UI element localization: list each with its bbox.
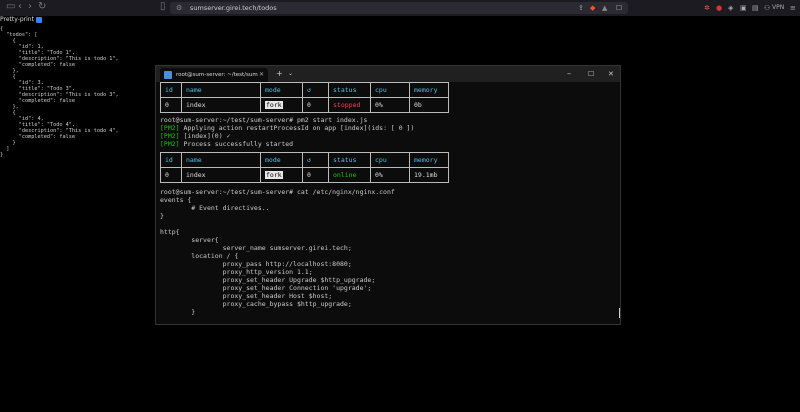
header-memory: memory [409, 152, 449, 168]
bookmark-star-icon[interactable]: ☐ [616, 3, 622, 13]
back-icon[interactable]: ‹ [18, 1, 22, 12]
conf-line: proxy_set_header Upgrade $http_upgrade; [160, 276, 376, 284]
address-bar[interactable]: ⚙ sumserver.girei.tech/todos ⇪ ◆ ▲ ☐ [170, 2, 628, 14]
url-text: sumserver.girei.tech/todos [190, 4, 277, 12]
conf-line: proxy_cache_bypass $http_upgrade; [160, 300, 352, 308]
json-viewer: { "todos": [ { "id": 1, "title": "Todo 1… [0, 26, 119, 158]
cell-restarts: 0 [302, 167, 329, 183]
cell-memory: 19.1mb [409, 167, 449, 183]
bookmark-icon[interactable]: ▯ [160, 1, 166, 12]
sidebar-icon[interactable]: ▭ [6, 1, 15, 12]
header-cpu: cpu [370, 82, 410, 98]
terminal-window[interactable]: root@sum-server: ~/test/sum ✕ + ⌄ – ☐ ✕ … [155, 65, 621, 325]
vpn-icon[interactable]: ⚇ [764, 3, 770, 13]
menu-icon[interactable]: ≡ [790, 3, 796, 13]
mode-highlight: fork [265, 101, 283, 109]
header-mode: mode [260, 82, 303, 98]
mode-highlight: fork [265, 171, 283, 179]
conf-line: proxy_pass http://localhost:8080; [160, 260, 352, 268]
header-cpu: cpu [370, 152, 410, 168]
table-row: 0 index fork 0 stopped 0% 0b [160, 97, 449, 113]
cell-cpu: 0% [370, 97, 410, 113]
wallet-icon[interactable]: ▤ [752, 3, 759, 13]
prompt-cat-nginx: root@sum-server:~/test/sum-server# cat /… [160, 188, 395, 196]
minimize-icon[interactable]: – [567, 66, 571, 82]
maximize-icon[interactable]: ☐ [588, 66, 594, 82]
conf-line: proxy_http_version 1.1; [160, 268, 313, 276]
table-header-row: id name mode ↺ status cpu memory [160, 82, 449, 98]
checkbox-icon[interactable] [35, 16, 42, 23]
conf-line: } [160, 308, 196, 316]
conf-line: http{ [160, 228, 180, 236]
terminal-icon [164, 71, 172, 79]
terminal-titlebar: root@sum-server: ~/test/sum ✕ + ⌄ – ☐ ✕ [156, 66, 620, 82]
cell-memory: 0b [409, 97, 449, 113]
header-restarts: ↺ [302, 152, 329, 168]
table-row: 0 index fork 0 online 0% 19.1mb [160, 167, 449, 183]
pm2-output-3: [PM2] Process successfully started [160, 140, 294, 148]
forward-icon[interactable]: › [28, 1, 32, 12]
header-name: name [181, 152, 261, 168]
header-memory: memory [409, 82, 449, 98]
header-restarts: ↺ [302, 82, 329, 98]
conf-line: } [160, 212, 164, 220]
conf-line: location / { [160, 252, 239, 260]
cell-mode: fork [260, 97, 303, 113]
cell-status: online [328, 167, 371, 183]
brave-shield-icon[interactable]: ◆ [590, 3, 595, 13]
cell-mode: fork [260, 167, 303, 183]
dropdown-chevron-icon[interactable]: ⌄ [288, 66, 293, 82]
conf-line: server_name sumserver.girei.tech; [160, 244, 352, 252]
cell-name: index [181, 97, 261, 113]
pm2-table-online: id name mode ↺ status cpu memory 0 index… [160, 152, 449, 183]
pm2-table-stopped: id name mode ↺ status cpu memory 0 index… [160, 82, 449, 113]
sidebar-toggle-icon[interactable]: ▣ [740, 3, 747, 13]
header-name: name [181, 82, 261, 98]
header-id: id [160, 82, 182, 98]
header-status: status [328, 82, 371, 98]
conf-line: server{ [160, 236, 219, 244]
text-cursor [619, 308, 620, 318]
conf-line: proxy_set_header Connection 'upgrade'; [160, 284, 372, 292]
cell-name: index [181, 167, 261, 183]
tab-close-icon[interactable]: ✕ [259, 68, 264, 82]
terminal-tab[interactable]: root@sum-server: ~/test/sum ✕ [160, 68, 268, 82]
extension-red-icon[interactable]: ● [716, 3, 722, 13]
pretty-print-toggle[interactable]: Pretty-print [0, 16, 42, 24]
cell-status: stopped [328, 97, 371, 113]
extensions-puzzle-icon[interactable]: ◈ [728, 3, 733, 13]
header-id: id [160, 152, 182, 168]
header-status: status [328, 152, 371, 168]
share-icon[interactable]: ⇪ [578, 3, 584, 13]
conf-line: # Event directives.. [160, 204, 270, 212]
tab-title: root@sum-server: ~/test/sum [176, 72, 258, 78]
new-tab-icon[interactable]: + [276, 66, 283, 82]
close-window-icon[interactable]: ✕ [608, 66, 614, 82]
extension-icon[interactable]: ✲ [704, 3, 710, 13]
browser-toolbar: ▭ ‹ › ↻ ▯ ⚙ sumserver.girei.tech/todos ⇪… [0, 0, 800, 16]
pretty-print-label: Pretty-print [0, 16, 34, 23]
cell-id: 0 [160, 97, 182, 113]
prompt-pm2-start: root@sum-server:~/test/sum-server# pm2 s… [160, 116, 368, 124]
cell-id: 0 [160, 167, 182, 183]
vpn-label[interactable]: VPN [772, 3, 784, 13]
pm2-output-1: [PM2] Applying action restartProcessId o… [160, 124, 415, 132]
rewards-icon[interactable]: ▲ [602, 3, 607, 13]
conf-line: events { [160, 196, 192, 204]
pm2-output-2: [PM2] [index](0) ✓ [160, 132, 231, 140]
site-info-icon[interactable]: ⚙ [176, 3, 182, 13]
table-header-row: id name mode ↺ status cpu memory [160, 152, 449, 168]
header-mode: mode [260, 152, 303, 168]
reload-icon[interactable]: ↻ [38, 1, 46, 12]
conf-line: proxy_set_header Host $host; [160, 292, 333, 300]
cell-cpu: 0% [370, 167, 410, 183]
cell-restarts: 0 [302, 97, 329, 113]
